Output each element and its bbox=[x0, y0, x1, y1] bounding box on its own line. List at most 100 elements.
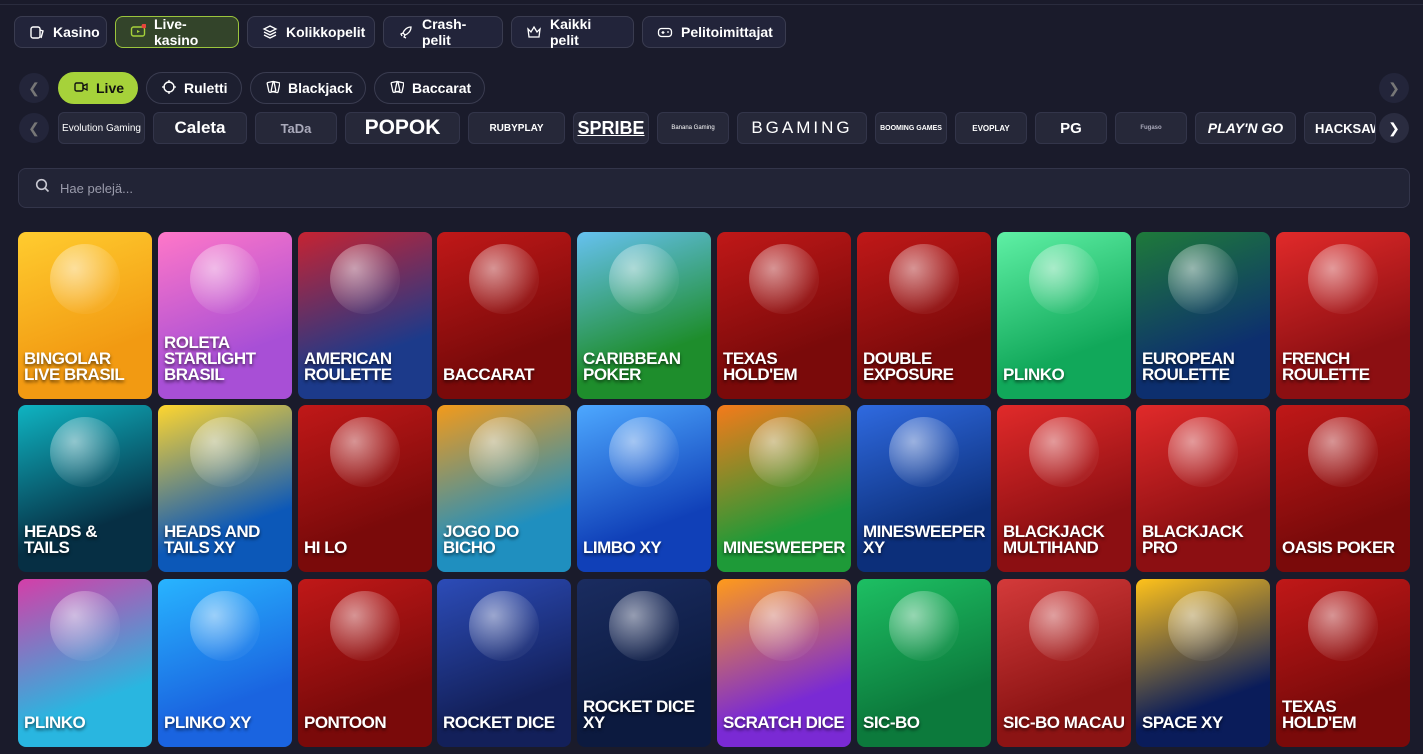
chevron-right-icon: ❯ bbox=[1388, 119, 1400, 136]
provider-hacksaw[interactable]: HACKSAW bbox=[1304, 112, 1376, 144]
game-tile[interactable]: HI LO bbox=[298, 405, 432, 572]
filter-label: Live bbox=[96, 80, 125, 96]
game-tile[interactable]: ROCKET DICE XY bbox=[577, 579, 711, 747]
provider-playngo[interactable]: PLAY'N GO bbox=[1195, 112, 1296, 144]
game-tile[interactable]: Blackjack Pro bbox=[1136, 405, 1270, 572]
game-tile[interactable]: CARIBBEAN POKER bbox=[577, 232, 711, 399]
provider-evolution[interactable]: Evolution Gaming bbox=[58, 112, 145, 144]
game-tile[interactable]: PLINKO bbox=[997, 232, 1131, 399]
game-tile[interactable]: SPACE XY bbox=[1136, 579, 1270, 747]
provider-tada[interactable]: TaDa bbox=[255, 112, 337, 144]
cards-icon bbox=[390, 80, 405, 97]
provider-fugaso[interactable]: Fugaso bbox=[1115, 112, 1187, 144]
game-tile[interactable]: PONTOON bbox=[298, 579, 432, 747]
game-artwork bbox=[50, 243, 120, 314]
search-bar[interactable] bbox=[18, 168, 1410, 208]
game-tile[interactable]: BACCARAT bbox=[437, 232, 571, 399]
category-live-kasino-button[interactable]: Live-kasino bbox=[115, 16, 239, 48]
game-tile[interactable]: AMERICAN ROULETTE bbox=[298, 232, 432, 399]
game-tile[interactable]: ROCKET DICE bbox=[437, 579, 571, 747]
game-tile[interactable]: OASIS POKER bbox=[1276, 405, 1410, 572]
category-kasino-button[interactable]: Kasino bbox=[14, 16, 107, 48]
game-artwork bbox=[1029, 243, 1099, 314]
provider-caleta[interactable]: Caleta bbox=[153, 112, 247, 144]
game-title: AMERICAN ROULETTE bbox=[304, 349, 392, 384]
game-artwork bbox=[190, 416, 260, 487]
game-artwork bbox=[749, 243, 819, 314]
category-label: Kolikkopelit bbox=[286, 24, 366, 40]
game-tile[interactable]: JOGO DO BICHO bbox=[437, 405, 571, 572]
category-pelitoimittajat-button[interactable]: Pelitoimittajat bbox=[642, 16, 786, 48]
game-artwork bbox=[469, 243, 539, 314]
filter-baccarat-pill[interactable]: Baccarat bbox=[374, 72, 485, 104]
game-title: FRENCH ROULETTE bbox=[1282, 349, 1370, 384]
game-tile[interactable]: FRENCH ROULETTE bbox=[1276, 232, 1410, 399]
filter-ruletti-pill[interactable]: Ruletti bbox=[146, 72, 242, 104]
search-icon bbox=[35, 178, 50, 198]
provider-label: PLAY'N GO bbox=[1207, 120, 1284, 136]
filter-live-pill[interactable]: Live bbox=[58, 72, 138, 104]
game-tile[interactable]: SIC-BO bbox=[857, 579, 991, 747]
provider-rubyplay[interactable]: RUBYPLAY bbox=[468, 112, 565, 144]
game-title: TEXAS HOLD'EM bbox=[723, 349, 798, 384]
game-artwork bbox=[469, 591, 539, 662]
search-input[interactable] bbox=[60, 180, 1360, 196]
filters-next-button[interactable]: ❯ bbox=[1379, 73, 1409, 103]
game-tile[interactable]: PLINKO XY bbox=[158, 579, 292, 747]
game-tile[interactable]: LIMBO XY bbox=[577, 405, 711, 572]
game-tile[interactable]: PLINKO bbox=[18, 579, 152, 747]
game-artwork bbox=[889, 591, 959, 662]
filters-prev-button[interactable]: ❮ bbox=[19, 73, 49, 103]
game-title: BACCARAT bbox=[443, 365, 535, 384]
game-tile[interactable]: BINGOLAR LIVE BRASIL bbox=[18, 232, 152, 399]
gamepad-icon bbox=[657, 24, 673, 40]
game-title: JOGO DO BICHO bbox=[443, 522, 519, 557]
game-artwork bbox=[190, 243, 260, 314]
game-tile[interactable]: Minesweeper bbox=[717, 405, 851, 572]
chevron-left-icon: ❮ bbox=[28, 79, 40, 96]
game-title: HEADS & TAILS bbox=[24, 522, 98, 557]
game-title: ROCKET DICE XY bbox=[583, 697, 695, 732]
category-label: Kaikki pelit bbox=[550, 16, 592, 48]
game-tile[interactable]: MINESWEEPER XY bbox=[857, 405, 991, 572]
providers-prev-button[interactable]: ❮ bbox=[19, 113, 49, 143]
filter-blackjack-pill[interactable]: Blackjack bbox=[250, 72, 366, 104]
providers-next-button[interactable]: ❯ bbox=[1379, 113, 1409, 143]
category-kolikkopelit-button[interactable]: Kolikkopelit bbox=[247, 16, 375, 48]
game-title: CARIBBEAN POKER bbox=[583, 349, 681, 384]
game-artwork bbox=[1168, 243, 1238, 314]
game-tile[interactable]: SCRATCH DICE bbox=[717, 579, 851, 747]
provider-banana[interactable]: Banana Gaming bbox=[657, 112, 729, 144]
provider-evoplay[interactable]: EVOPLAY bbox=[955, 112, 1027, 144]
game-artwork bbox=[330, 416, 400, 487]
provider-pg[interactable]: PG bbox=[1035, 112, 1107, 144]
live-tv-icon bbox=[130, 24, 146, 40]
category-label: Live-kasino bbox=[154, 16, 199, 48]
game-tile[interactable]: HEADS AND TAILS XY bbox=[158, 405, 292, 572]
game-title: SIC-BO bbox=[863, 713, 920, 732]
provider-label: TaDa bbox=[280, 120, 312, 136]
game-title: PLINKO bbox=[1003, 365, 1065, 384]
game-tile[interactable]: ROLETA STARLIGHT BRASIL bbox=[158, 232, 292, 399]
game-tile[interactable]: TEXAS HOLD'EM bbox=[1276, 579, 1410, 747]
game-title: TEXAS HOLD'EM bbox=[1282, 697, 1357, 732]
game-title: BINGOLAR LIVE BRASIL bbox=[24, 349, 125, 384]
game-title: SPACE XY bbox=[1142, 713, 1223, 732]
provider-bgaming[interactable]: BGAMING bbox=[737, 112, 867, 144]
game-tile[interactable]: European Roulette bbox=[1136, 232, 1270, 399]
category-crash-pelit-button[interactable]: Crash-pelit bbox=[383, 16, 503, 48]
game-artwork bbox=[50, 591, 120, 662]
provider-popok[interactable]: POPOK bbox=[345, 112, 460, 144]
game-artwork bbox=[1308, 591, 1378, 662]
provider-spribe[interactable]: SPRIBE bbox=[573, 112, 649, 144]
game-tile[interactable]: SIC-BO MACAU bbox=[997, 579, 1131, 747]
casino-icon bbox=[29, 24, 45, 40]
game-tile[interactable]: TEXAS HOLD'EM bbox=[717, 232, 851, 399]
provider-label: Caleta bbox=[174, 118, 226, 137]
game-tile[interactable]: HEADS & TAILS bbox=[18, 405, 152, 572]
provider-booming[interactable]: BOOMING GAMES bbox=[875, 112, 947, 144]
category-kaikki-pelit-button[interactable]: Kaikki pelit bbox=[511, 16, 634, 48]
top-border bbox=[0, 0, 1423, 5]
game-tile[interactable]: BLACKJACK MULTIHAND bbox=[997, 405, 1131, 572]
game-tile[interactable]: DOUBLE EXPOSURE bbox=[857, 232, 991, 399]
